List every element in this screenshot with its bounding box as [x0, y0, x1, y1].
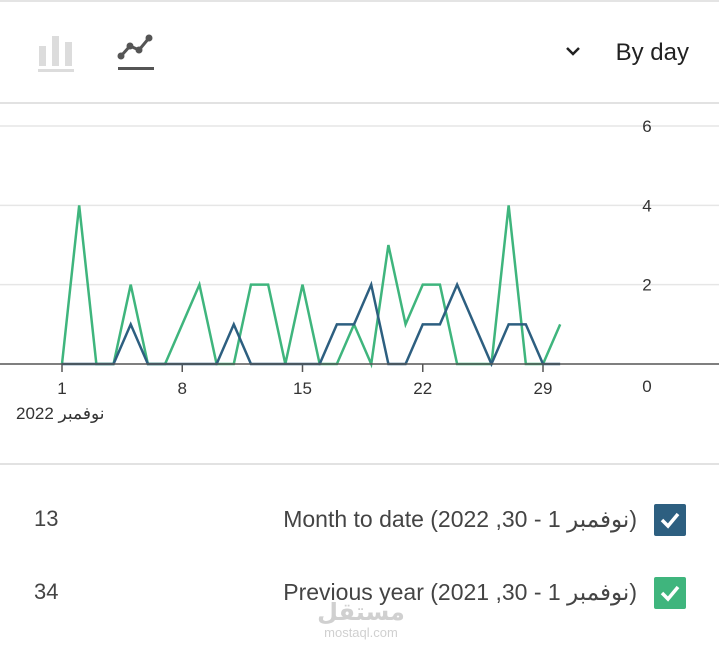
x-tick-label: 15 — [293, 379, 312, 398]
x-tick-label: 22 — [413, 379, 432, 398]
legend-value: 13 — [34, 506, 59, 531]
legend-label: Month to date (نوفمبر 1 - 30, 2022) — [283, 506, 637, 532]
y-tick-label: 2 — [642, 276, 651, 295]
x-axis-month-label: نوفمبر 2022 — [16, 404, 105, 423]
legend-row-month-to-date: 13 Month to date (نوفمبر 1 - 30, 2022) — [0, 500, 719, 540]
line-chart: 0 2 4 6 1 8 15 22 29 — [0, 117, 719, 398]
x-tick-label: 8 — [178, 379, 187, 398]
chart-toolbar: By day — [0, 2, 719, 104]
line-chart-icon[interactable] — [116, 32, 156, 74]
x-tick-label: 1 — [57, 379, 66, 398]
y-tick-label: 6 — [642, 117, 651, 136]
legend-value: 34 — [34, 579, 59, 604]
y-tick-label: 0 — [642, 377, 651, 396]
chevron-down-icon — [564, 42, 582, 65]
check-icon[interactable] — [654, 577, 686, 609]
y-tick-label: 4 — [642, 196, 651, 215]
watermark-logo: مستقل mostaql.com — [316, 600, 406, 640]
bar-chart-icon[interactable] — [36, 32, 76, 74]
range-dropdown[interactable]: By day — [564, 36, 689, 70]
watermark-arabic: مستقل — [317, 599, 405, 626]
legend-divider — [0, 463, 719, 465]
check-icon[interactable] — [654, 504, 686, 536]
watermark-latin: mostaql.com — [324, 625, 398, 640]
x-tick-label: 29 — [534, 379, 553, 398]
range-label: By day — [615, 39, 689, 66]
